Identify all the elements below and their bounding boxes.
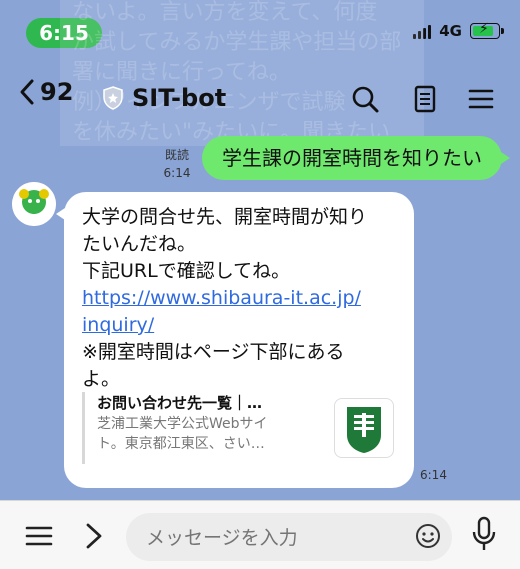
link-preview-card[interactable]: お問い合わせ先一覧｜… 芝浦工業大学公式Webサイ ト。東京都江東区、さい… (82, 392, 400, 472)
bot-text-line: よ。 (82, 368, 121, 390)
bot-text-line: ※開室時間はページ下部にある (82, 341, 345, 363)
inquiry-link-cont[interactable]: inquiry/ (82, 312, 402, 339)
network-label: 4G (439, 22, 462, 40)
bot-text-line: たいんだね。 (82, 233, 197, 255)
menu-icon[interactable] (466, 84, 496, 114)
status-indicators: 4G ⚡ (413, 21, 504, 40)
chat-area[interactable]: 既読 6:14 学生課の開室時間を知りたい 大学の問合せ先、開室時間が知り たい… (0, 130, 520, 500)
composer-bar (0, 500, 520, 569)
chat-title-text: SIT-bot (132, 84, 227, 112)
user-message[interactable]: 学生課の開室時間を知りたい (202, 136, 510, 180)
bot-text-line: 大学の問合せ先、開室時間が知り (82, 206, 368, 228)
link-preview-desc: ト。東京都江東区、さい… (97, 436, 265, 452)
search-icon[interactable] (350, 84, 380, 114)
bot-message[interactable]: 大学の問合せ先、開室時間が知り たいんだね。 下記URLで確認してね。 http… (56, 192, 414, 488)
link-preview-title: お問い合わせ先一覧｜… (97, 394, 263, 412)
read-receipt: 既読 6:14 (163, 148, 191, 180)
back-button[interactable]: 92 (18, 78, 73, 106)
microphone-icon[interactable] (470, 515, 498, 553)
chevron-right-icon[interactable] (82, 521, 106, 551)
unread-count: 92 (40, 78, 74, 106)
emoji-icon[interactable] (414, 522, 442, 550)
hamburger-icon[interactable] (24, 521, 54, 551)
link-preview-desc: 芝浦工業大学公式Webサイ (97, 416, 268, 432)
message-input[interactable] (144, 513, 408, 563)
chat-title[interactable]: SIT-bot (102, 84, 226, 112)
bot-avatar[interactable] (12, 182, 56, 226)
bot-text-line: 下記URLで確認してね。 (82, 260, 291, 282)
inquiry-link[interactable]: https://www.shibaura-it.ac.jp/ (82, 285, 402, 312)
message-input-container[interactable] (126, 513, 452, 563)
chevron-left-icon (20, 79, 34, 105)
notes-icon[interactable] (410, 84, 440, 114)
bot-message-time: 6:14 (420, 468, 447, 482)
shield-icon (103, 86, 123, 110)
battery-icon: ⚡ (470, 21, 504, 39)
university-logo-thumbnail (334, 398, 394, 458)
chat-header: 92 SIT-bot (0, 70, 520, 130)
